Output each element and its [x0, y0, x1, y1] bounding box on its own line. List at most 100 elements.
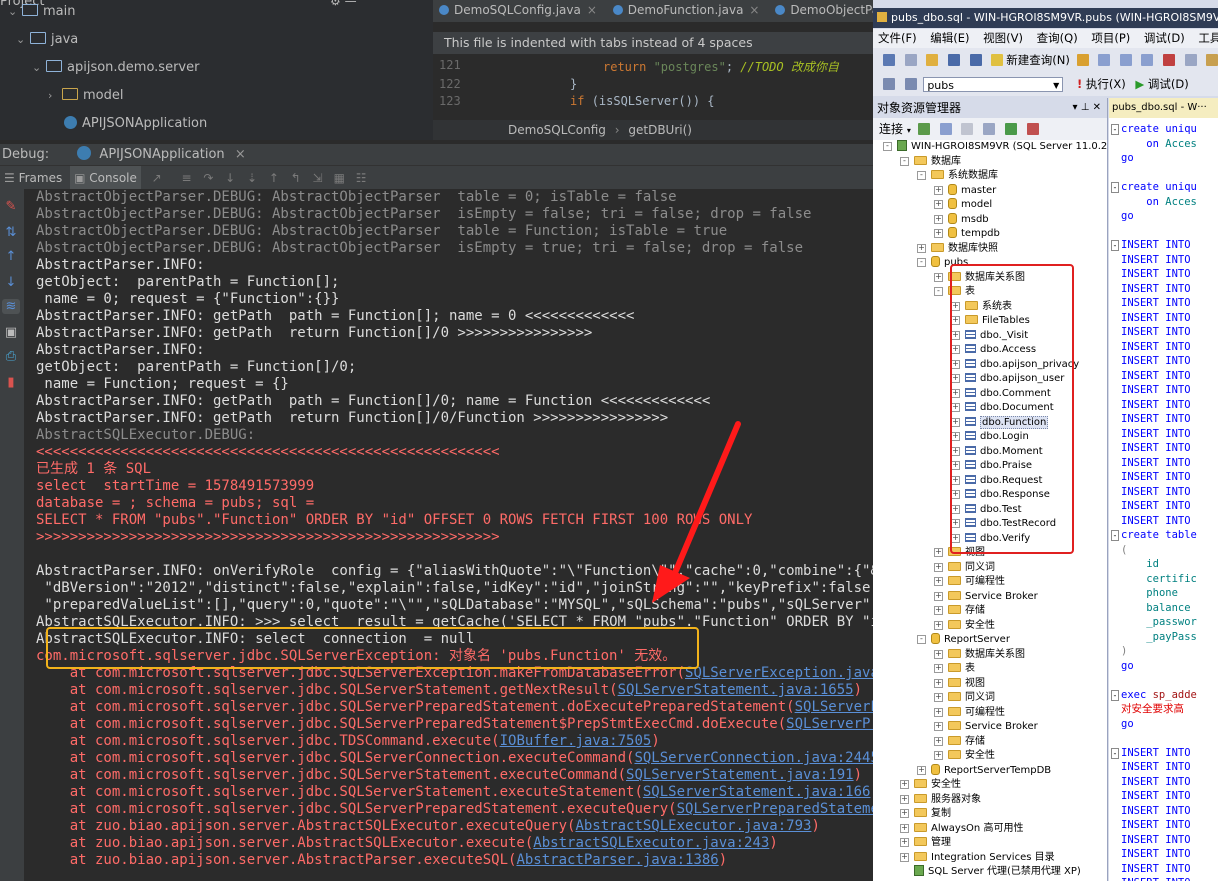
tree-node[interactable]: + model [934, 198, 992, 212]
tab-demosqlconfig[interactable]: DemoSQLConfig.java × [433, 0, 603, 22]
print-icon[interactable]: ⎙ [2, 349, 20, 364]
tree-node[interactable]: + 可编程性 [934, 575, 1005, 589]
expand-icon[interactable]: + [934, 200, 943, 209]
tree-node[interactable]: + 数据库关系图 [934, 648, 1025, 662]
tree-node[interactable]: + 同义词 [934, 691, 995, 705]
tree-node[interactable]: + 安全性 [900, 778, 961, 792]
expand-icon[interactable]: + [934, 272, 943, 282]
open-file-icon[interactable] [926, 54, 939, 66]
tree-node[interactable]: + Service Broker [934, 720, 1038, 734]
stacktrace-link[interactable]: AbstractParser.java:1386 [516, 852, 718, 868]
expand-icon[interactable]: + [934, 562, 943, 572]
pane-controls-icon[interactable]: ▾ ⊥ ✕ [1073, 98, 1101, 118]
expand-icon[interactable]: + [934, 214, 943, 224]
expand-icon[interactable]: + [934, 736, 943, 746]
stacktrace-link[interactable]: SQLServerConnection.java:2445 [634, 750, 873, 766]
disconnect-icon[interactable] [939, 123, 952, 135]
database-select[interactable]: pubs ▼ [923, 77, 1064, 93]
tree-node[interactable]: + tempdb [934, 227, 1000, 241]
tree-node[interactable]: + msdb [934, 212, 989, 227]
step-out-icon[interactable]: ↑ [268, 166, 280, 190]
cut-icon[interactable] [1163, 54, 1176, 66]
collapse-icon[interactable]: - [883, 142, 892, 151]
breadcrumb-method[interactable]: getDBUri() [628, 123, 692, 137]
dmx-query-icon[interactable] [1141, 54, 1154, 66]
up-arrow-icon[interactable]: ↑ [2, 249, 20, 264]
save-all-icon[interactable] [969, 54, 982, 66]
run-to-cursor-icon[interactable]: ⇲ [312, 166, 324, 190]
menu-query[interactable]: 查询(Q) [1037, 31, 1078, 45]
expand-icon[interactable]: + [934, 751, 943, 760]
tree-node[interactable]: + 同义词 [934, 561, 995, 575]
step-over-icon[interactable]: ↷ [202, 166, 214, 190]
tree-node[interactable]: + ReportServerTempDB [917, 763, 1051, 778]
stacktrace-link[interactable]: SQLServerStatement.java:1655 [618, 682, 854, 698]
stacktrace-link[interactable]: SQLServerException.java:217 [685, 665, 873, 681]
collapse-icon[interactable]: - [1111, 182, 1119, 193]
refresh-icon[interactable] [1005, 123, 1017, 135]
dropdown-arrow-icon[interactable]: ▼ [1053, 78, 1059, 93]
expand-icon[interactable]: + [934, 185, 943, 195]
close-icon[interactable]: × [235, 147, 246, 162]
tree-node[interactable]: + 服务器对象 [900, 793, 981, 807]
collapse-icon[interactable]: - [1111, 124, 1119, 135]
tree-node[interactable]: SQL Server 代理(已禁用代理 XP) [900, 865, 1081, 879]
step-into-icon[interactable]: ↓ [224, 166, 236, 190]
expand-icon[interactable]: + [900, 780, 909, 789]
tree-node[interactable]: + 存储 [934, 735, 985, 749]
expand-icon[interactable]: + [934, 591, 943, 601]
collapse-icon[interactable]: - [917, 258, 926, 267]
activity-monitor-icon[interactable] [1026, 123, 1039, 135]
tree-node[interactable]: + Integration Services 目录 [900, 851, 1055, 865]
expand-icon[interactable]: + [900, 809, 909, 818]
stacktrace-link[interactable]: AbstractSQLExecutor.java:243 [533, 835, 769, 851]
code-line[interactable]: } [570, 77, 577, 91]
close-icon[interactable]: × [587, 3, 597, 17]
expand-icon[interactable]: + [900, 794, 909, 804]
chevron-right-icon[interactable]: › [48, 86, 62, 106]
drop-frame-icon[interactable]: ↰ [290, 166, 302, 190]
collapse-icon[interactable]: - [917, 171, 926, 180]
tree-node[interactable]: + AlwaysOn 高可用性 [900, 822, 1023, 836]
soft-wrap-icon[interactable]: ≋ [2, 299, 20, 314]
tab-demoobjectparser[interactable]: DemoObjectParser.j [769, 0, 873, 22]
expand-icon[interactable]: + [934, 678, 943, 688]
tree-node[interactable]: + master [934, 183, 996, 198]
chevron-down-icon[interactable]: ⌄ [8, 2, 22, 22]
expand-icon[interactable]: + [900, 838, 909, 847]
expand-icon[interactable]: + [934, 649, 943, 659]
execute-button[interactable]: 执行(X) [1086, 77, 1126, 91]
expand-icon[interactable]: + [917, 765, 926, 775]
new-query-button[interactable]: 新建查询(N) [1006, 53, 1070, 67]
settings-icon[interactable]: ⚙ — [330, 0, 357, 8]
menu-edit[interactable]: 编辑(E) [930, 31, 969, 45]
collapse-icon[interactable]: - [934, 287, 943, 296]
debug-button[interactable]: 调试(D) [1148, 77, 1189, 91]
restore-layout-icon[interactable]: ↗ [151, 166, 163, 190]
new-project-icon[interactable] [883, 54, 895, 66]
tree-item-java[interactable]: ⌄ java [16, 30, 78, 50]
stacktrace-link[interactable]: SQLServerPreparedStatement.ja [677, 801, 873, 817]
sql-code[interactable]: - create uniqu on Acces go - create uniqu on… [1109, 118, 1218, 881]
filter-icon[interactable] [983, 123, 996, 135]
expand-icon[interactable]: + [934, 722, 943, 731]
down-arrow-icon[interactable]: ↓ [2, 275, 20, 290]
collapse-icon[interactable]: - [1111, 240, 1119, 251]
tree-item-main[interactable]: ⌄ main [8, 2, 75, 22]
tree-node[interactable]: - ReportServer [917, 633, 1010, 647]
tree-node[interactable]: + 表 [934, 662, 975, 676]
stacktrace-link[interactable]: SQLServerStatement.java:191 [626, 767, 854, 783]
expand-icon[interactable]: + [934, 620, 943, 630]
expand-icon[interactable]: + [934, 606, 943, 615]
code-line[interactable]: return "postgres"; //TODO 改成你自 [603, 58, 839, 75]
debug-config-tab[interactable]: APIJSONApplication [99, 147, 224, 162]
tree-node[interactable]: + 数据库快照 [917, 242, 998, 256]
tree-node[interactable]: + 视图 [934, 677, 985, 691]
collapse-icon[interactable]: - [1111, 689, 1119, 701]
collapse-icon[interactable]: - [900, 156, 909, 166]
connect-dropdown[interactable]: 连接 [879, 122, 903, 136]
tab-frames[interactable]: ☰ Frames [0, 166, 66, 190]
chevron-down-icon[interactable]: ⌄ [32, 58, 46, 78]
tree-node[interactable]: + 可编程性 [934, 706, 1005, 720]
stacktrace-link[interactable]: IOBuffer.java:7505 [500, 733, 652, 749]
